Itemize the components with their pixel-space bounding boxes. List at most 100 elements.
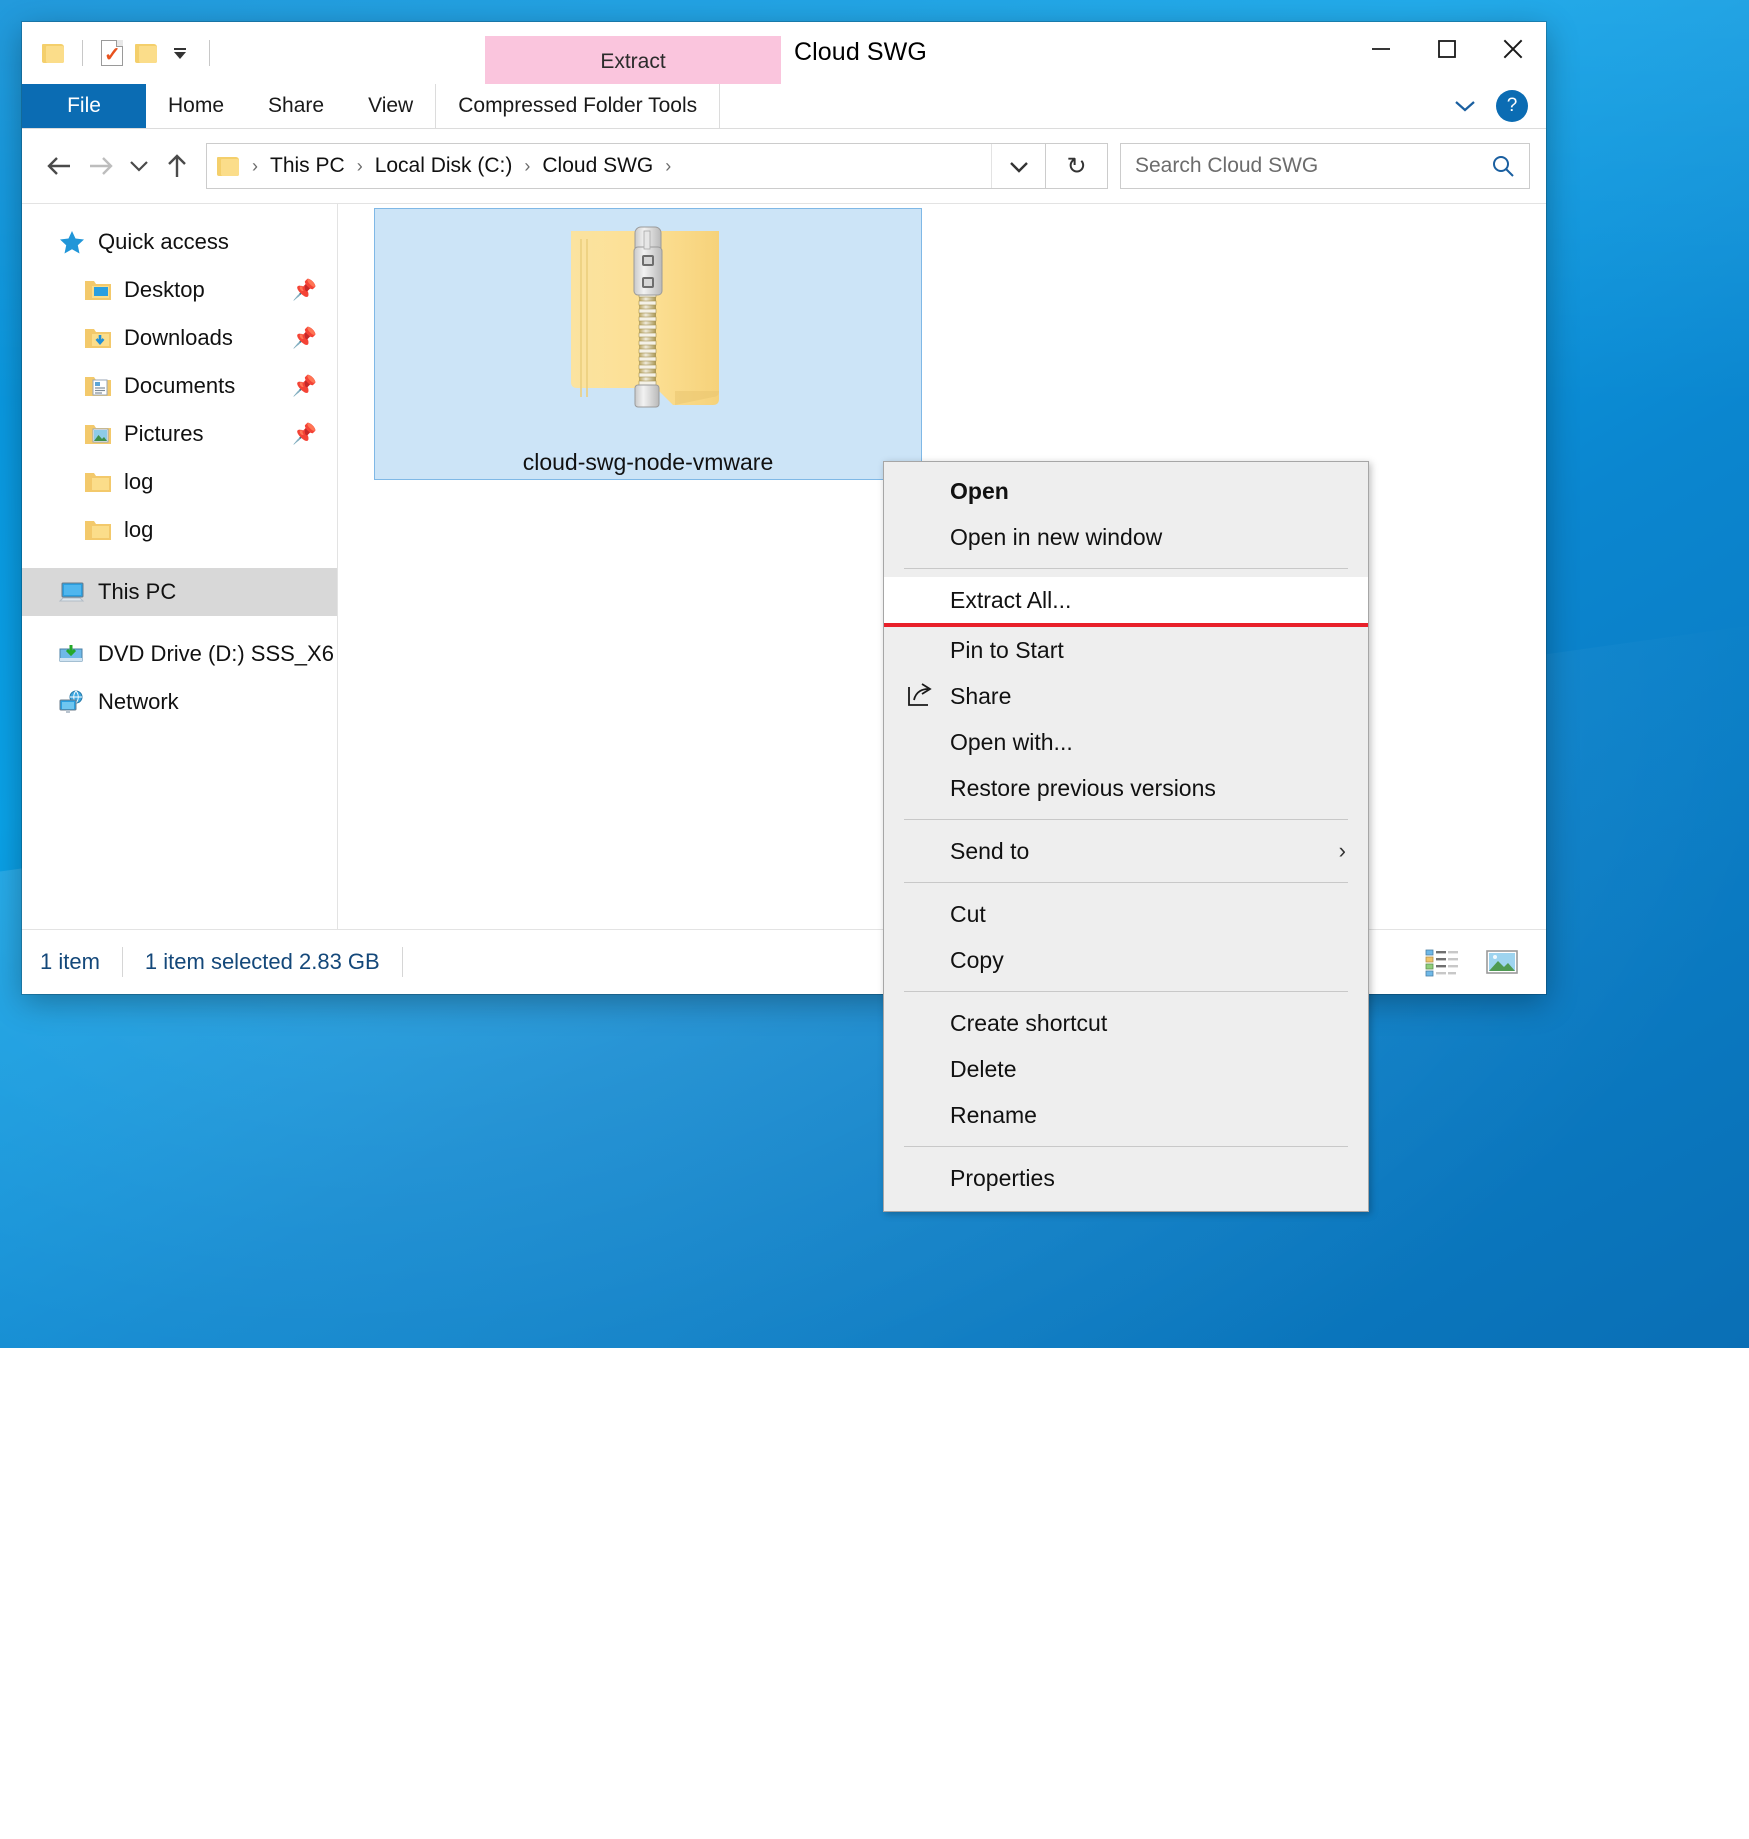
sidebar-item-label: Downloads [124, 325, 233, 351]
menu-item-properties[interactable]: Properties [884, 1155, 1368, 1201]
view-toggle-group [1422, 945, 1528, 979]
sidebar-item-pictures[interactable]: Pictures 📌 [22, 410, 337, 458]
sidebar-item-documents[interactable]: Documents 📌 [22, 362, 337, 410]
sidebar-item-network[interactable]: Network [22, 678, 337, 726]
menu-item-create-shortcut[interactable]: Create shortcut [884, 1000, 1368, 1046]
breadcrumb: › This PC › Local Disk (C:) › Cloud SWG … [207, 144, 991, 188]
dropdown-icon[interactable] [163, 36, 197, 70]
sidebar-item-log-1[interactable]: log [22, 458, 337, 506]
maximize-button[interactable] [1414, 22, 1480, 76]
tab-home[interactable]: Home [146, 84, 246, 128]
toolbar-divider [209, 40, 210, 66]
sidebar-item-this-pc[interactable]: This PC [22, 568, 337, 616]
forward-button[interactable] [80, 143, 122, 189]
address-bar[interactable]: › This PC › Local Disk (C:) › Cloud SWG … [206, 143, 1046, 189]
sidebar-item-quick-access[interactable]: Quick access [22, 218, 337, 266]
menu-item-rename[interactable]: Rename [884, 1092, 1368, 1138]
search-box[interactable] [1120, 143, 1530, 189]
file-item-label: cloud-swg-node-vmware [523, 449, 774, 476]
menu-item-share[interactable]: Share [884, 673, 1368, 719]
minimize-button[interactable] [1348, 22, 1414, 76]
address-dropdown-icon[interactable] [991, 144, 1045, 188]
menu-separator [904, 882, 1348, 883]
sidebar-item-log-2[interactable]: log [22, 506, 337, 554]
menu-separator [904, 819, 1348, 820]
sidebar-item-label: log [124, 517, 153, 543]
menu-item-delete[interactable]: Delete [884, 1046, 1368, 1092]
menu-item-open-with[interactable]: Open with... [884, 719, 1368, 765]
network-icon [58, 689, 86, 715]
downloads-folder-icon [84, 325, 112, 351]
sidebar-item-label: Desktop [124, 277, 205, 303]
details-view-button[interactable] [1422, 945, 1462, 979]
new-folder-icon[interactable] [129, 36, 163, 70]
sidebar-item-downloads[interactable]: Downloads 📌 [22, 314, 337, 362]
pin-icon[interactable]: 📌 [292, 374, 317, 399]
contextual-tab-group-extract[interactable]: Extract [485, 36, 781, 87]
properties-icon[interactable]: ✓ [95, 36, 129, 70]
tab-compressed-folder-tools[interactable]: Compressed Folder Tools [435, 84, 720, 128]
pin-icon[interactable]: 📌 [292, 278, 317, 303]
folder-icon[interactable] [36, 36, 70, 70]
tab-share[interactable]: Share [246, 84, 346, 128]
menu-item-open-in-new-window[interactable]: Open in new window [884, 514, 1368, 560]
zipped-folder-icon [565, 225, 731, 445]
sidebar-item-label: log [124, 469, 153, 495]
navigation-pane: Quick access Desktop 📌 [22, 204, 338, 929]
sidebar-item-label: Pictures [124, 421, 203, 447]
pictures-folder-icon [84, 421, 112, 447]
breadcrumb-item-local-disk[interactable]: Local Disk (C:) [370, 154, 518, 178]
nav-spacer [22, 554, 337, 568]
status-divider [122, 947, 123, 977]
tab-view[interactable]: View [346, 84, 435, 128]
sidebar-item-desktop[interactable]: Desktop 📌 [22, 266, 337, 314]
breadcrumb-separator: › [658, 156, 678, 177]
chevron-right-icon: › [1339, 838, 1346, 864]
menu-item-copy[interactable]: Copy [884, 937, 1368, 983]
folder-icon [217, 157, 239, 176]
up-button[interactable] [156, 143, 198, 189]
folder-glyph [135, 44, 157, 63]
title-bar: ✓ Extract Cloud SWG [22, 22, 1546, 84]
status-divider [402, 947, 403, 977]
search-input[interactable] [1135, 154, 1489, 178]
ribbon-right-controls: ? [1448, 84, 1546, 128]
star-icon [58, 229, 86, 255]
menu-item-cut[interactable]: Cut [884, 891, 1368, 937]
large-icons-view-button[interactable] [1482, 945, 1522, 979]
address-bar-row: › This PC › Local Disk (C:) › Cloud SWG … [22, 129, 1546, 203]
search-icon[interactable] [1489, 152, 1517, 180]
sidebar-item-dvd-drive[interactable]: DVD Drive (D:) SSS_X6 [22, 630, 337, 678]
ribbon-tab-bar: File Home Share View Compressed Folder T… [22, 84, 1546, 129]
this-pc-icon [58, 579, 86, 605]
folder-icon [84, 517, 112, 543]
menu-item-label: Share [950, 683, 1011, 710]
menu-item-pin-to-start[interactable]: Pin to Start [884, 627, 1368, 673]
desktop-folder-icon [84, 277, 112, 303]
menu-item-open[interactable]: Open [884, 468, 1368, 514]
pin-icon[interactable]: 📌 [292, 326, 317, 351]
refresh-button[interactable]: ↻ [1046, 143, 1108, 189]
breadcrumb-item-this-pc[interactable]: This PC [265, 154, 350, 178]
recent-locations-button[interactable] [122, 143, 156, 189]
help-icon[interactable]: ? [1496, 90, 1528, 122]
back-button[interactable] [38, 143, 80, 189]
tab-file[interactable]: File [22, 84, 146, 128]
menu-item-extract-all[interactable]: Extract All... [884, 577, 1368, 623]
menu-item-send-to[interactable]: Send to › [884, 828, 1368, 874]
sidebar-item-label: Documents [124, 373, 235, 399]
menu-item-restore-previous-versions[interactable]: Restore previous versions [884, 765, 1368, 811]
breadcrumb-separator: › [350, 156, 370, 177]
dvd-drive-icon [58, 641, 86, 667]
breadcrumb-item-cloud-swg[interactable]: Cloud SWG [537, 154, 658, 178]
close-button[interactable] [1480, 22, 1546, 76]
pin-icon[interactable]: 📌 [292, 422, 317, 447]
menu-separator [904, 991, 1348, 992]
chevron-down-icon[interactable] [1448, 89, 1482, 123]
window-controls [1348, 22, 1546, 76]
file-item-cloud-swg-node-vmware[interactable]: cloud-swg-node-vmware [374, 208, 922, 480]
documents-folder-icon [84, 373, 112, 399]
folder-glyph [42, 44, 64, 63]
breadcrumb-separator: › [245, 156, 265, 177]
context-menu: Open Open in new window Extract All... P… [883, 461, 1369, 1212]
